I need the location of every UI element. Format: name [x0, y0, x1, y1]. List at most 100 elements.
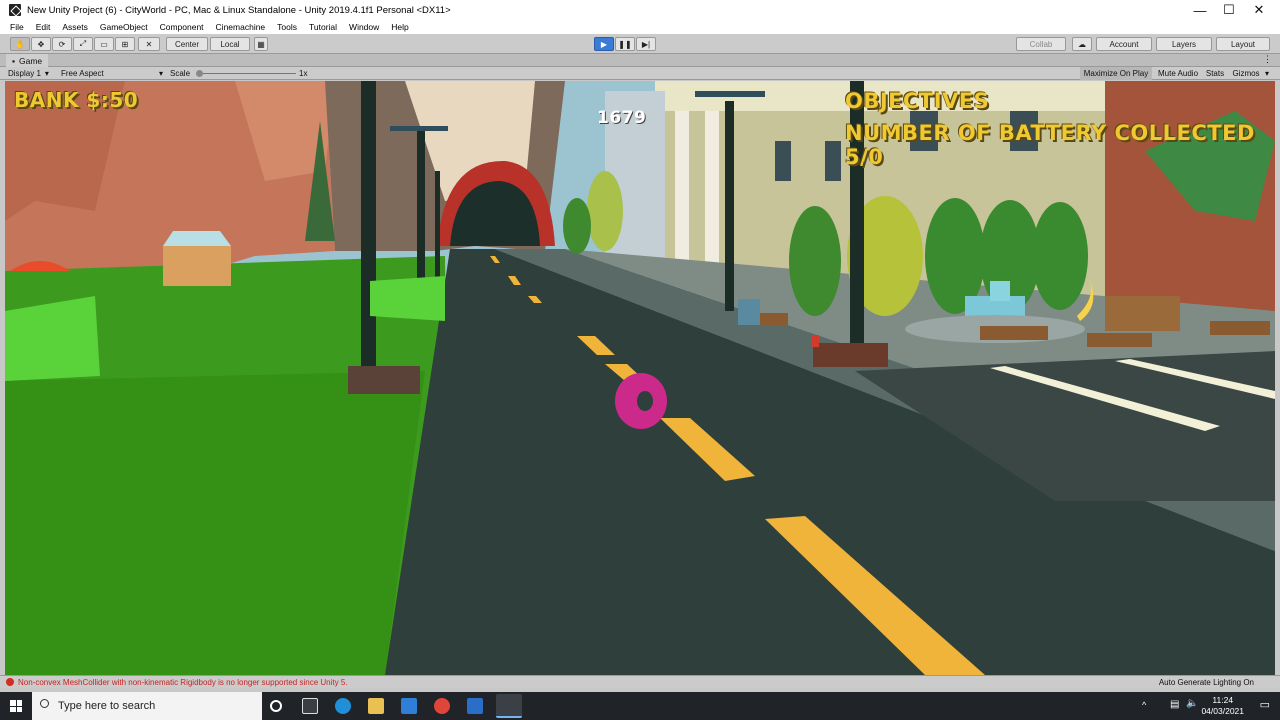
slider-handle[interactable]: [196, 70, 203, 77]
scale-tool-button[interactable]: ⤢: [73, 37, 93, 51]
cortana-icon[interactable]: [270, 700, 282, 712]
layers-dropdown[interactable]: Layers: [1156, 37, 1212, 51]
menu-gameobject[interactable]: GameObject: [100, 22, 148, 32]
search-placeholder: Type here to search: [58, 700, 156, 712]
menu-component[interactable]: Component: [160, 22, 204, 32]
title-bar: New Unity Project (6) - CityWorld - PC, …: [0, 0, 1280, 20]
layers-label: Layers: [1171, 39, 1196, 49]
aspect-dropdown[interactable]: Free Aspect ▾: [61, 67, 165, 80]
rect-icon: ▭: [100, 39, 108, 49]
mute-audio-toggle[interactable]: Mute Audio: [1155, 67, 1201, 80]
file-explorer-icon[interactable]: [368, 698, 384, 714]
search-icon: [40, 699, 49, 708]
tree: [1032, 202, 1088, 310]
tab-menu-icon[interactable]: ⋮: [1263, 54, 1272, 65]
bank-display: BANK $:50: [14, 88, 139, 112]
menu-tools[interactable]: Tools: [277, 22, 297, 32]
lamp-post: [417, 131, 425, 281]
network-icon[interactable]: ▤: [1170, 699, 1179, 710]
rotate-tool-button[interactable]: ⟳: [52, 37, 72, 51]
chevron-down-icon: ▾: [158, 69, 163, 78]
maximize-on-play-toggle[interactable]: Maximize On Play: [1080, 67, 1152, 80]
pivot-label: Center: [174, 39, 199, 49]
windows-taskbar: Type here to search ^ ▤ 🔈 11:24 04/03/20…: [0, 692, 1280, 720]
tools-icon: ✕: [145, 39, 153, 49]
close-button[interactable]: ✕: [1244, 0, 1274, 20]
maximize-button[interactable]: ☐: [1214, 0, 1244, 20]
layout-dropdown[interactable]: Layout: [1216, 37, 1270, 51]
move-tool-button[interactable]: ✥: [31, 37, 51, 51]
menu-assets[interactable]: Assets: [62, 22, 88, 32]
tree: [789, 206, 841, 316]
system-clock[interactable]: 11:24 04/03/2021: [1201, 695, 1244, 717]
aspect-label: Free Aspect: [61, 69, 104, 78]
grid-snap-icon: ▦: [257, 39, 265, 49]
menu-cinemachine[interactable]: Cinemachine: [216, 22, 266, 32]
play-button[interactable]: ▶: [594, 37, 614, 51]
unity-taskbar-icon[interactable]: [496, 694, 522, 718]
chevron-down-icon[interactable]: ▾: [1265, 67, 1269, 80]
rect-tool-button[interactable]: ▭: [94, 37, 114, 51]
hand-icon: ✋: [15, 39, 25, 49]
pause-icon: ❚❚: [618, 39, 632, 49]
hand-tool-button[interactable]: ✋: [10, 37, 30, 51]
mail-icon[interactable]: [401, 698, 417, 714]
account-dropdown[interactable]: Account: [1096, 37, 1152, 51]
counter-display: 1679: [597, 108, 647, 128]
layout-label: Layout: [1230, 39, 1256, 49]
game-tab-icon: ▪: [12, 55, 16, 66]
status-bar[interactable]: Non-convex MeshCollider with non-kinemat…: [0, 675, 1280, 688]
snap-button[interactable]: ▦: [254, 37, 268, 51]
gizmos-toggle[interactable]: Gizmos: [1229, 67, 1263, 80]
store-icon[interactable]: [467, 698, 483, 714]
scale-value: 1x: [299, 69, 308, 78]
menu-tutorial[interactable]: Tutorial: [309, 22, 337, 32]
main-toolbar: ✋ ✥ ⟳ ⤢ ▭ ⊞ ✕ Center Local ▦ ▶ ❚❚ ▶| Col…: [0, 34, 1280, 54]
lamp-post: [361, 81, 376, 371]
game-viewport[interactable]: BANK $:50 1679 OBJECTIVES NUMBER OF BATT…: [5, 81, 1275, 675]
play-icon: ▶: [600, 39, 608, 49]
menu-window[interactable]: Window: [349, 22, 379, 32]
fire-hydrant: [811, 335, 819, 347]
account-label: Account: [1109, 39, 1139, 49]
menu-edit[interactable]: Edit: [36, 22, 51, 32]
barrels: [1105, 296, 1180, 331]
move-icon: ✥: [37, 39, 45, 49]
chrome-icon[interactable]: [434, 698, 450, 714]
search-box[interactable]: Type here to search: [32, 692, 262, 720]
cloud-button[interactable]: ☁: [1072, 37, 1092, 51]
window-title: New Unity Project (6) - CityWorld - PC, …: [27, 4, 451, 16]
task-view-icon[interactable]: [302, 698, 318, 714]
custom-tool-button[interactable]: ✕: [138, 37, 160, 51]
stats-toggle[interactable]: Stats: [1203, 67, 1227, 80]
menu-help[interactable]: Help: [391, 22, 408, 32]
pause-button[interactable]: ❚❚: [615, 37, 635, 51]
tab-game[interactable]: ▪ Game: [6, 54, 49, 67]
menu-file[interactable]: File: [10, 22, 24, 32]
notifications-icon[interactable]: ▭: [1260, 698, 1270, 711]
hut: [163, 246, 231, 286]
objectives-title: OBJECTIVES: [845, 89, 990, 113]
step-icon: ▶|: [641, 39, 651, 49]
collab-button[interactable]: Collab: [1016, 37, 1066, 51]
pivot-center-button[interactable]: Center: [166, 37, 208, 51]
scale-icon: ⤢: [79, 39, 87, 48]
tree: [563, 198, 591, 254]
menu-bar: File Edit Assets GameObject Component Ci…: [0, 20, 1280, 34]
edge-icon[interactable]: [335, 698, 351, 714]
tab-bar: ▪ Game ⋮: [0, 54, 1280, 67]
game-view-toolbar: Display 1 ▾ Free Aspect ▾ Scale 1x Maximiz…: [0, 67, 1280, 80]
minimize-button[interactable]: —: [1185, 0, 1215, 20]
display-dropdown[interactable]: Display 1 ▾: [8, 67, 58, 80]
bench: [1210, 321, 1270, 335]
scale-slider[interactable]: [196, 67, 296, 80]
unity-logo-icon: [9, 4, 21, 16]
chevron-up-icon[interactable]: ^: [1142, 700, 1146, 710]
clock-date: 04/03/2021: [1201, 706, 1244, 716]
pivot-local-button[interactable]: Local: [210, 37, 250, 51]
volume-icon[interactable]: 🔈: [1186, 698, 1198, 709]
step-button[interactable]: ▶|: [636, 37, 656, 51]
transform-tool-button[interactable]: ⊞: [115, 37, 135, 51]
start-button[interactable]: [10, 700, 22, 712]
console-error-message[interactable]: Non-convex MeshCollider with non-kinemat…: [18, 678, 348, 687]
